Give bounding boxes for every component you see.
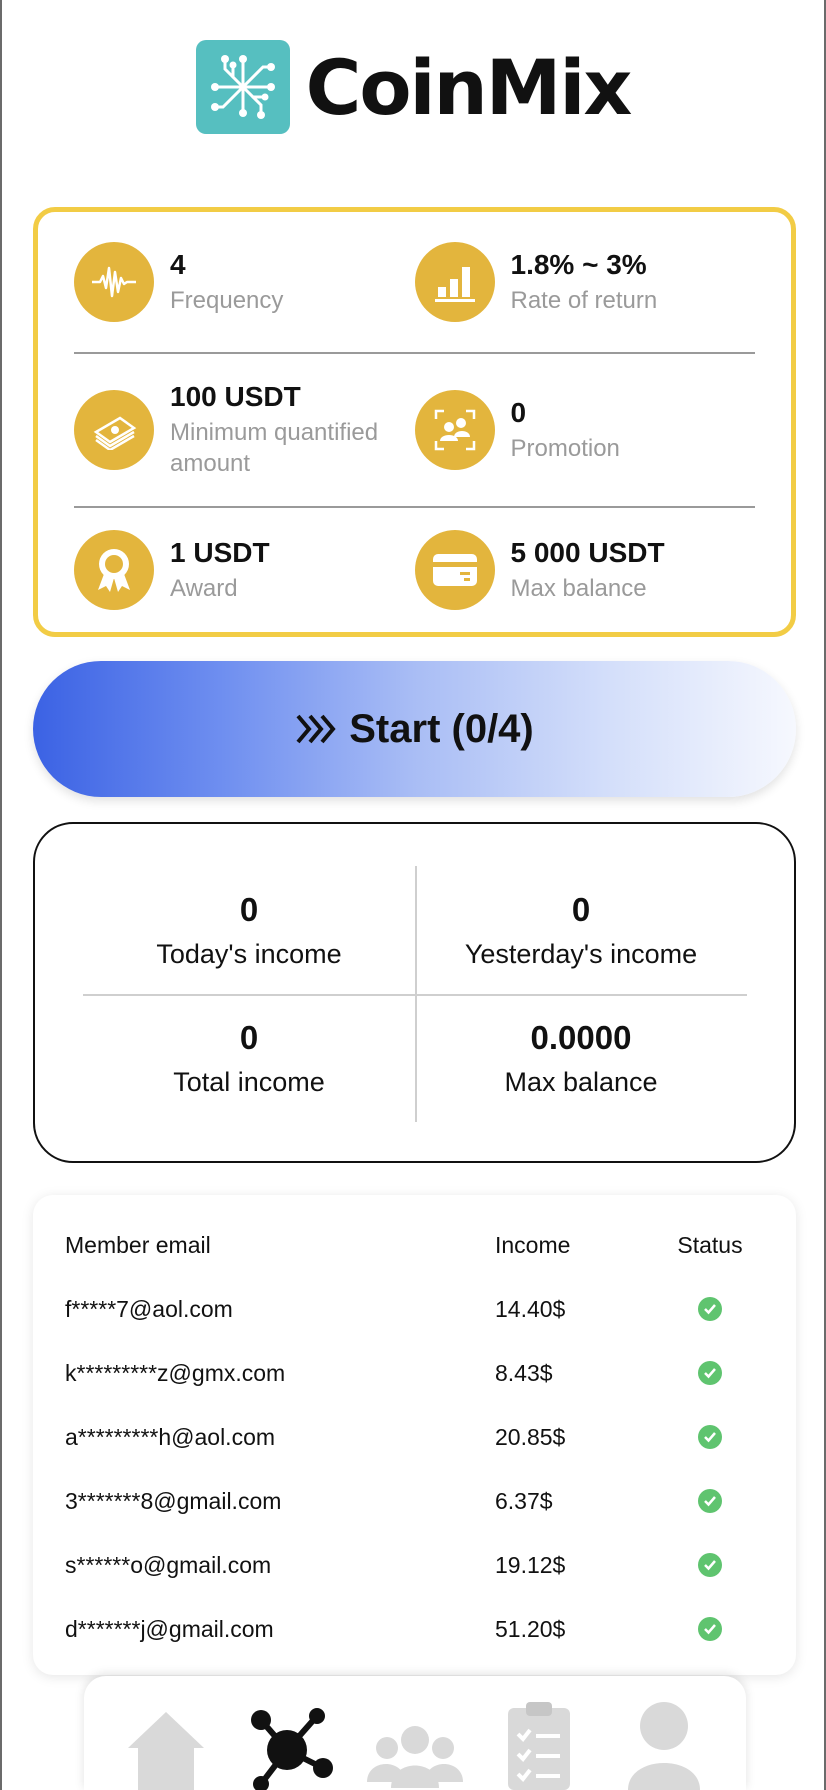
nav-tasks[interactable]: [489, 1690, 589, 1790]
yesterdays-income-value: 0: [571, 890, 591, 928]
income-column-header: Income: [495, 1231, 571, 1258]
member-income: 8.43$: [495, 1359, 553, 1386]
todays-income-label: Today's income: [156, 938, 342, 969]
yesterdays-income: 0 Yesterday's income: [415, 866, 747, 994]
network-nodes-icon: [250, 1708, 333, 1790]
table-row: 3*******8@gmail.com 6.37$: [65, 1481, 785, 1521]
max-balance-value: 5 000 USDT: [510, 536, 665, 568]
income-summary-card: 0 Today's income 0 Yesterday's income 0 …: [33, 822, 796, 1163]
max-balance-income-value: 0.0000: [530, 1018, 632, 1056]
member-income: 6.37$: [495, 1487, 553, 1514]
member-income: 14.40$: [495, 1295, 566, 1322]
max-balance-income-label: Max balance: [504, 1066, 658, 1097]
stat-minimum-amount: 100 USDT Minimum quantified amount: [74, 381, 415, 479]
todays-income-value: 0: [239, 890, 259, 928]
check-circle-icon: [698, 1617, 722, 1641]
clipboard-list-icon: [508, 1702, 571, 1790]
app-name: CoinMix: [305, 42, 633, 132]
member-email: s******o@gmail.com: [65, 1551, 272, 1578]
check-circle-icon: [698, 1361, 722, 1385]
stat-rate-of-return: 1.8% ~ 3% Rate of return: [414, 242, 756, 322]
member-income-table: Member email Income Status f*****7@aol.c…: [33, 1195, 796, 1675]
start-button[interactable]: Start (0/4): [33, 661, 796, 797]
stat-award: 1 USDT Award: [74, 530, 415, 610]
award-ribbon-icon: [74, 530, 154, 610]
award-value: 1 USDT: [170, 536, 270, 568]
total-income-value: 0: [239, 1018, 259, 1056]
rate-value: 1.8% ~ 3%: [510, 248, 647, 280]
member-email: k*********z@gmx.com: [65, 1359, 286, 1386]
check-circle-icon: [698, 1297, 722, 1321]
promotion-label: Promotion: [510, 434, 620, 462]
rate-label: Rate of return: [510, 286, 658, 314]
stats-row: 100 USDT Minimum quantified amount 0 Pro…: [74, 354, 755, 508]
check-circle-icon: [698, 1425, 722, 1449]
home-icon: [128, 1712, 205, 1790]
cash-stack-icon: [74, 390, 154, 470]
minimum-amount-value: 100 USDT: [170, 381, 301, 412]
member-email: f*****7@aol.com: [65, 1295, 233, 1322]
member-email: d*******j@gmail.com: [65, 1615, 274, 1642]
check-circle-icon: [698, 1553, 722, 1577]
yesterdays-income-label: Yesterday's income: [464, 938, 698, 969]
member-income: 51.20$: [495, 1615, 566, 1642]
users-frame-icon: [414, 390, 495, 470]
stat-max-balance: 5 000 USDT Max balance: [414, 530, 756, 610]
table-row: d*******j@gmail.com 51.20$: [65, 1609, 785, 1649]
frequency-label: Frequency: [170, 286, 284, 314]
email-column-header: Member email: [65, 1231, 211, 1258]
table-row: k*********z@gmx.com 8.43$: [65, 1353, 785, 1393]
nav-network[interactable]: [241, 1690, 341, 1790]
minimum-amount-label: Minimum quantified amount: [170, 419, 379, 477]
nav-home[interactable]: [116, 1690, 216, 1790]
max-balance-label: Max balance: [510, 574, 647, 602]
stats-row: 1 USDT Award 5 000 USDT Max balance: [74, 508, 755, 632]
bottom-navigation: [84, 1676, 746, 1790]
team-icon: [366, 1726, 463, 1788]
award-label: Award: [170, 574, 238, 602]
nav-profile[interactable]: [614, 1690, 714, 1790]
nav-team[interactable]: [365, 1690, 465, 1790]
max-balance-income: 0.0000 Max balance: [415, 994, 747, 1122]
left-border: [0, 0, 2, 1790]
check-circle-icon: [698, 1489, 722, 1513]
start-button-label: Start (0/4): [349, 706, 534, 751]
member-email: 3*******8@gmail.com: [65, 1487, 282, 1514]
user-icon: [627, 1702, 700, 1790]
member-email: a*********h@aol.com: [65, 1423, 276, 1450]
double-chevron-right-icon: [296, 714, 336, 744]
frequency-value: 4: [170, 248, 186, 280]
table-header: Member email Income Status: [65, 1225, 785, 1265]
stat-promotion: 0 Promotion: [414, 390, 756, 470]
circuit-logo-icon: [195, 40, 290, 134]
stat-frequency: 4 Frequency: [74, 242, 415, 322]
total-income: 0 Total income: [83, 994, 415, 1122]
promotion-value: 0: [510, 396, 527, 428]
app-header: CoinMix: [0, 40, 826, 134]
total-income-label: Total income: [173, 1066, 325, 1097]
plan-stats-card: 4 Frequency 1.8% ~ 3% Rate of return 100…: [33, 207, 796, 637]
bar-chart-icon: [414, 242, 495, 322]
waveform-icon: [74, 242, 154, 322]
stats-row: 4 Frequency 1.8% ~ 3% Rate of return: [74, 212, 755, 354]
todays-income: 0 Today's income: [83, 866, 415, 994]
status-column-header: Status: [677, 1231, 743, 1258]
table-row: s******o@gmail.com 19.12$: [65, 1545, 785, 1585]
card-icon: [414, 530, 495, 610]
member-income: 20.85$: [495, 1423, 566, 1450]
member-income: 19.12$: [495, 1551, 566, 1578]
table-row: f*****7@aol.com 14.40$: [65, 1289, 785, 1329]
table-row: a*********h@aol.com 20.85$: [65, 1417, 785, 1457]
